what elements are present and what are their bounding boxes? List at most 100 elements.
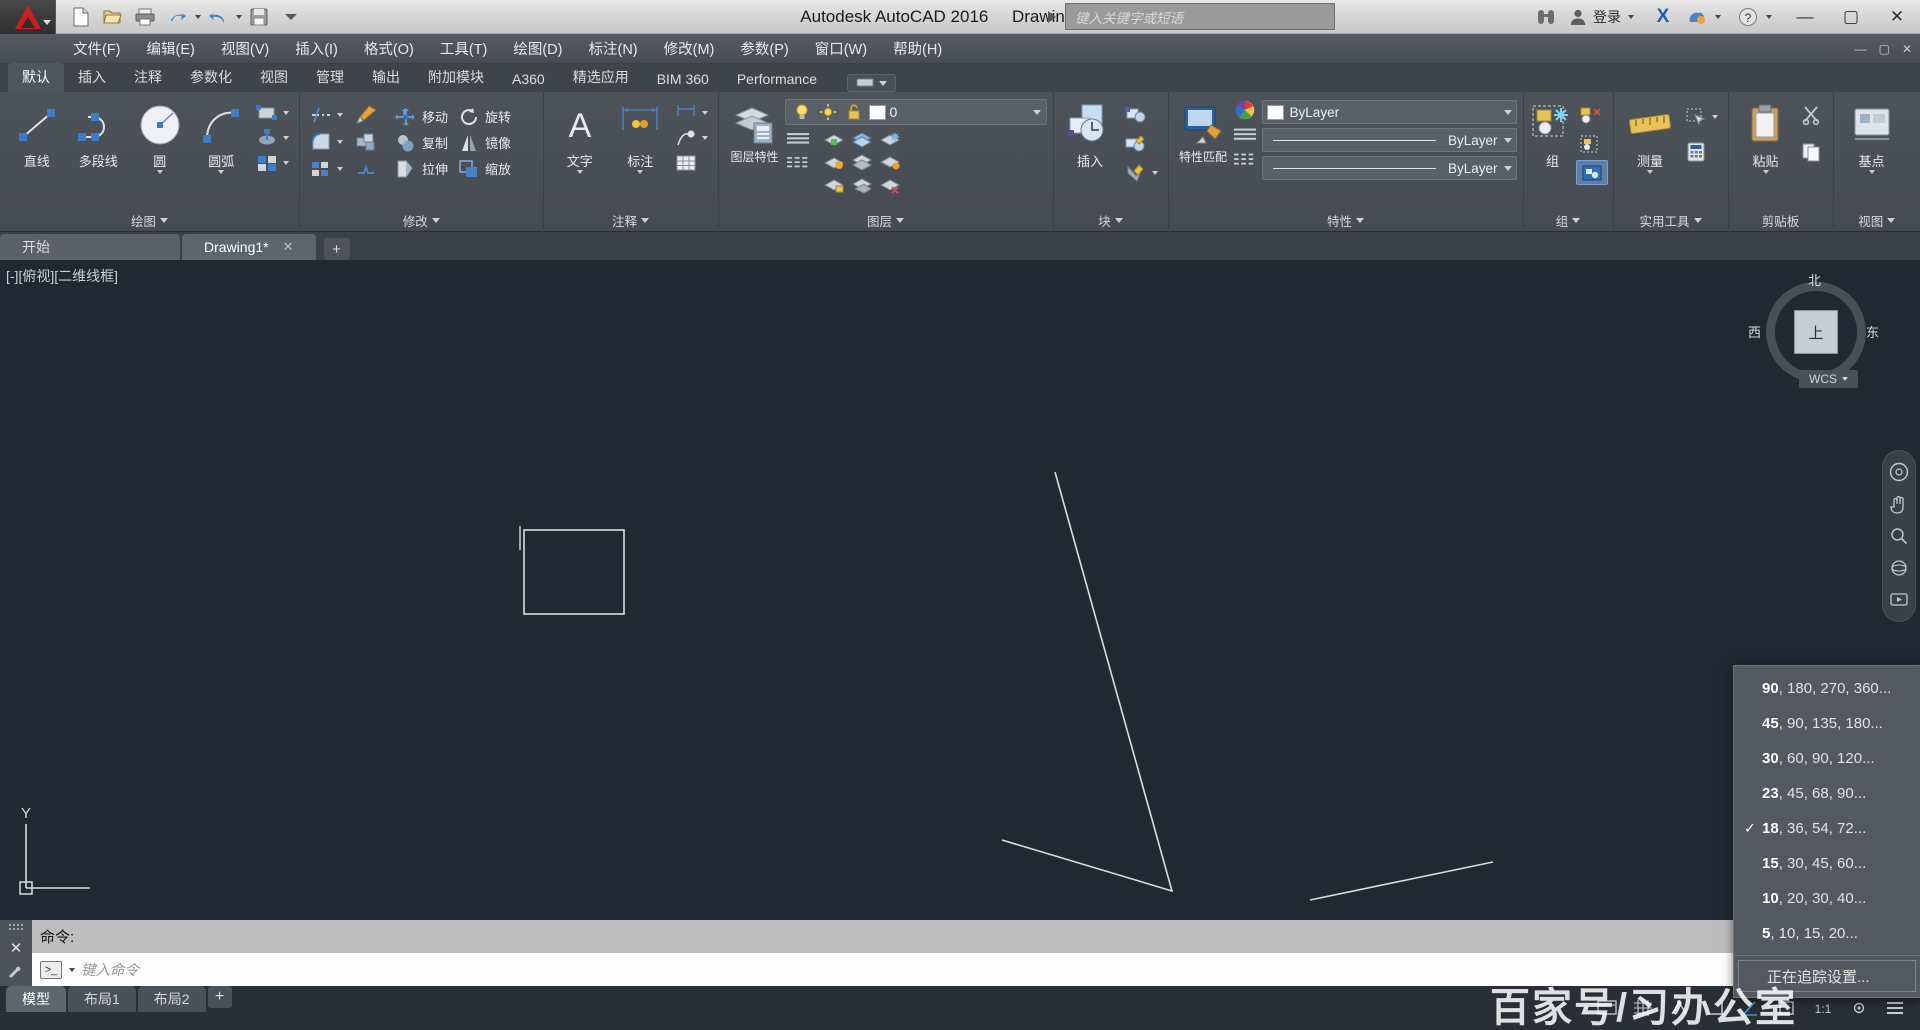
minimize-button[interactable]: —: [1782, 0, 1828, 34]
plot-button[interactable]: [130, 3, 160, 31]
ribbon-panel-draw-title[interactable]: 绘图: [0, 211, 299, 230]
block-edit-attribute-button[interactable]: [1121, 131, 1162, 156]
pan-hand-icon[interactable]: [1888, 493, 1910, 515]
modify-copy-button[interactable]: 复制: [391, 130, 452, 155]
object-color-combo[interactable]: ByLayer: [1261, 100, 1517, 124]
layer-color-swatch[interactable]: [868, 104, 886, 120]
layout-tab-model[interactable]: 模型: [6, 986, 66, 1012]
base-view-button[interactable]: 基点: [1840, 96, 1904, 206]
object-color-caret-icon[interactable]: [1503, 109, 1512, 115]
ribbon-tab-home[interactable]: 默认: [8, 63, 64, 92]
modify-stretch-button[interactable]: 拉伸: [391, 156, 452, 181]
annotation-dimension-button[interactable]: 标注: [610, 96, 671, 206]
ribbon-tab-a360[interactable]: A360: [498, 67, 559, 92]
object-snap-icon[interactable]: [1776, 997, 1798, 1019]
polar-menu-item-23[interactable]: 23, 45, 68, 90...: [1734, 776, 1920, 811]
ribbon-panel-view-title[interactable]: 视图: [1834, 211, 1920, 230]
zoom-magnifier-icon[interactable]: [1888, 525, 1910, 547]
layer-unisolate-icon[interactable]: [851, 151, 873, 173]
block-define-attribute-button[interactable]: [1121, 160, 1162, 185]
array-dropdown-caret-icon[interactable]: [337, 166, 343, 171]
layout-tab-layout1[interactable]: 布局1: [68, 986, 136, 1012]
save-button[interactable]: [244, 3, 274, 31]
new-file-button[interactable]: [66, 3, 96, 31]
ribbon-tab-manage[interactable]: 管理: [302, 63, 358, 92]
command-line-close-icon[interactable]: ✕: [10, 939, 23, 957]
menu-item-draw[interactable]: 绘图(D): [500, 35, 575, 62]
redo-dropdown-caret-icon[interactable]: [195, 14, 201, 19]
measure-button[interactable]: 测量: [1620, 96, 1681, 206]
polar-menu-tracking-settings[interactable]: 正在追踪设置...: [1738, 960, 1916, 992]
layer-delete-icon[interactable]: [879, 174, 901, 196]
help-search-binoculars-icon[interactable]: [1529, 0, 1563, 34]
bulb-icon[interactable]: [791, 101, 813, 123]
application-menu-button[interactable]: [0, 0, 56, 34]
modify-scale-button[interactable]: 缩放: [454, 156, 515, 181]
trim-dropdown-caret-icon[interactable]: [337, 112, 343, 117]
menu-item-parametric[interactable]: 参数(P): [727, 35, 801, 62]
menu-item-edit[interactable]: 编辑(E): [134, 35, 208, 62]
ortho-icon[interactable]: [1704, 997, 1726, 1019]
new-tab-button[interactable]: +: [323, 238, 350, 260]
modify-trim-button[interactable]: [306, 102, 347, 127]
polar-menu-item-10[interactable]: 10, 20, 30, 40...: [1734, 881, 1920, 916]
ribbon-tab-annotate[interactable]: 注释: [120, 63, 176, 92]
menu-item-view[interactable]: 视图(V): [208, 35, 282, 62]
tab-start[interactable]: 开始: [0, 234, 180, 260]
polar-menu-item-45[interactable]: 45, 90, 135, 180...: [1734, 706, 1920, 741]
polar-menu-item-90[interactable]: 90, 180, 270, 360...: [1734, 671, 1920, 706]
undo-button[interactable]: [203, 3, 233, 31]
draw-line-button[interactable]: 直线: [6, 96, 68, 206]
circle-dropdown-caret-icon[interactable]: [156, 170, 163, 174]
block-insert-button[interactable]: 插入: [1060, 96, 1121, 206]
ribbon-panel-block-title[interactable]: 块: [1054, 211, 1168, 230]
linetype-lines-icon[interactable]: [1233, 124, 1256, 146]
view-cube-west[interactable]: 西: [1748, 322, 1761, 341]
ribbon-panel-modify-title[interactable]: 修改: [300, 211, 543, 230]
drawing-canvas[interactable]: [-][俯视][二维线框] Y 北 西 东 上 WCS: [0, 260, 1920, 920]
menu-item-window[interactable]: 窗口(W): [802, 35, 880, 62]
annotation-scale-icon[interactable]: 1:1: [1812, 997, 1834, 1019]
ribbon-tab-performance[interactable]: Performance: [723, 67, 831, 92]
tab-drawing1[interactable]: Drawing1* ✕: [182, 234, 316, 260]
leader-dropdown-caret-icon[interactable]: [701, 135, 708, 140]
copy-clip-button[interactable]: [1797, 139, 1827, 164]
unlock-icon[interactable]: [843, 101, 865, 123]
color-wheel-icon[interactable]: [1234, 99, 1256, 121]
doc-close-button[interactable]: ✕: [1902, 42, 1912, 56]
exchange-apps-icon[interactable]: X: [1646, 0, 1680, 34]
base-view-dropdown-caret-icon[interactable]: [1868, 170, 1875, 174]
polar-tracking-menu[interactable]: 90, 180, 270, 360... 45, 90, 135, 180...…: [1733, 665, 1920, 998]
ribbon-minimize-control[interactable]: [847, 74, 896, 92]
layer-thaw-icon[interactable]: [879, 151, 901, 173]
block-create-button[interactable]: [1121, 102, 1162, 127]
annotation-dimstyle-button[interactable]: [671, 100, 712, 125]
menu-item-format[interactable]: 格式(O): [351, 35, 427, 62]
ribbon-panel-group-title[interactable]: 组: [1524, 211, 1613, 230]
customize-menu-icon[interactable]: [1884, 997, 1906, 1019]
workspace-gear-icon[interactable]: [1848, 997, 1870, 1019]
sun-icon[interactable]: [817, 101, 839, 123]
annotation-text-button[interactable]: A 文字: [550, 96, 611, 206]
ribbon-tab-output[interactable]: 输出: [358, 63, 414, 92]
rectangle-dropdown-caret-icon[interactable]: [283, 110, 289, 115]
lineweight-dashed-icon[interactable]: [1233, 149, 1256, 171]
ribbon-panel-layer-title[interactable]: 图层: [719, 211, 1053, 230]
ribbon-tab-parametric[interactable]: 参数化: [176, 63, 246, 92]
annotation-table-button[interactable]: [671, 150, 712, 175]
steering-wheel-icon[interactable]: [1888, 461, 1910, 483]
close-button[interactable]: ✕: [1874, 0, 1920, 34]
polar-menu-item-15[interactable]: 15, 30, 45, 60...: [1734, 846, 1920, 881]
redo-button[interactable]: [162, 3, 192, 31]
command-line-grip[interactable]: ✕: [0, 920, 32, 990]
autodesk-360-icon[interactable]: [1680, 0, 1714, 34]
grid-icon[interactable]: [1632, 997, 1654, 1019]
layer-on-icon[interactable]: [823, 151, 845, 173]
dimstyle-dropdown-caret-icon[interactable]: [701, 110, 708, 115]
group-selection-toggle-button[interactable]: [1575, 160, 1608, 185]
layer-combo-caret-icon[interactable]: [1032, 109, 1041, 115]
modify-breakpoint-button[interactable]: [351, 156, 381, 181]
ribbon-tab-addins[interactable]: 附加模块: [414, 63, 498, 92]
group-edit-button[interactable]: [1576, 131, 1608, 156]
define-attribute-caret-icon[interactable]: [1151, 170, 1158, 175]
